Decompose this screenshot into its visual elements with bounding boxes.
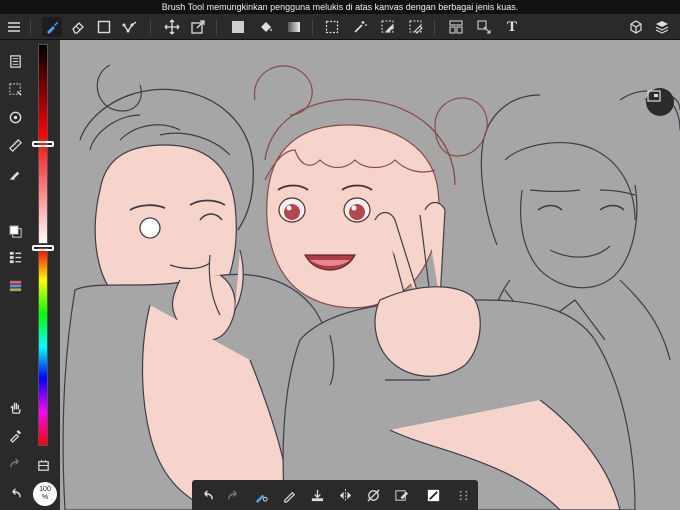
top-toolbar: T — [0, 14, 680, 40]
eraser-icon[interactable] — [68, 17, 88, 37]
zoom-badge[interactable]: 100 % — [33, 482, 57, 506]
magic-wand-icon[interactable] — [350, 17, 370, 37]
selection-icon[interactable] — [4, 78, 26, 100]
select-icon[interactable] — [322, 17, 342, 37]
hand-icon[interactable] — [4, 396, 26, 418]
rotate-lock-icon[interactable] — [362, 485, 384, 505]
artwork — [62, 64, 680, 510]
import-icon[interactable] — [306, 485, 328, 505]
redo-icon[interactable] — [4, 452, 26, 474]
transform-icon[interactable] — [188, 17, 208, 37]
status-tooltip: Brush Tool memungkinkan pengguna melukis… — [0, 0, 680, 14]
operation-icon[interactable] — [474, 17, 494, 37]
eyedropper-icon[interactable] — [4, 424, 26, 446]
page-icon[interactable] — [4, 50, 26, 72]
3d-icon[interactable] — [626, 17, 646, 37]
brush-icon[interactable] — [42, 17, 62, 37]
brush-size-icon[interactable] — [250, 485, 272, 505]
ruler-icon[interactable] — [4, 134, 26, 156]
zoom-unit: % — [41, 494, 49, 501]
canvas-edit-icon[interactable] — [390, 485, 412, 505]
grid-menu-icon[interactable] — [452, 485, 474, 505]
gradient-icon[interactable] — [284, 17, 304, 37]
frame-icon[interactable] — [446, 17, 466, 37]
color-swatch-icon[interactable] — [4, 220, 26, 242]
undo-icon[interactable] — [196, 485, 218, 505]
canvas-layer-toggle-icon[interactable] — [646, 88, 674, 116]
pen-icon[interactable] — [278, 485, 300, 505]
drawing-canvas[interactable] — [60, 40, 680, 510]
undo-icon[interactable] — [4, 482, 26, 504]
select-pen-icon[interactable] — [378, 17, 398, 37]
bottom-toolbar — [192, 480, 478, 510]
zoom-value: 100 — [39, 486, 51, 493]
brightness-slider-handle[interactable] — [32, 141, 54, 147]
layer-mode-icon[interactable] — [422, 485, 444, 505]
palette-icon[interactable] — [4, 274, 26, 296]
fill-color-icon[interactable] — [228, 17, 248, 37]
move-icon[interactable] — [162, 17, 182, 37]
curve-icon[interactable] — [120, 17, 140, 37]
rotate-icon[interactable] — [4, 106, 26, 128]
symmetry-icon[interactable] — [334, 485, 356, 505]
rectangle-icon[interactable] — [94, 17, 114, 37]
redo-icon[interactable] — [222, 485, 244, 505]
menu-icon[interactable] — [4, 17, 24, 37]
hue-slider[interactable] — [38, 248, 48, 446]
text-icon[interactable]: T — [502, 17, 522, 37]
bucket-icon[interactable] — [256, 17, 276, 37]
left-sidebar: 100 % — [0, 40, 60, 510]
grid-icon[interactable] — [34, 454, 52, 476]
snap-pen-icon[interactable] — [4, 162, 26, 184]
layers-icon[interactable] — [652, 17, 672, 37]
layer-list-icon[interactable] — [4, 246, 26, 268]
hue-slider-handle[interactable] — [32, 245, 54, 251]
select-eraser-icon[interactable] — [406, 17, 426, 37]
